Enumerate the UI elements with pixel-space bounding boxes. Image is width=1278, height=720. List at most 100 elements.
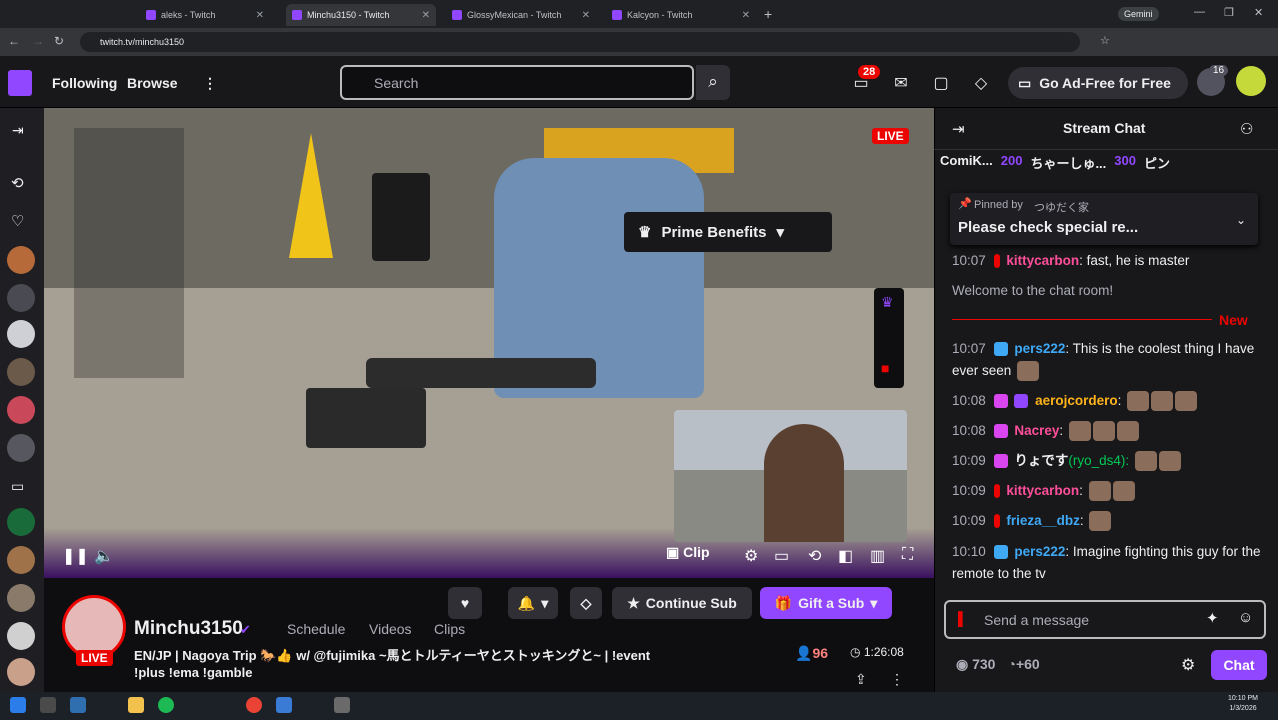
- browse-link[interactable]: Browse: [127, 75, 178, 91]
- bits-cheer-icon[interactable]: ✦: [1206, 609, 1219, 627]
- close-icon[interactable]: ✕: [582, 10, 590, 21]
- forward-icon[interactable]: →: [32, 34, 44, 48]
- channel-avatar[interactable]: [7, 246, 35, 274]
- system-clock[interactable]: 10:10 PM 1/3/2026: [1228, 694, 1258, 714]
- fullscreen-icon[interactable]: ⛶: [902, 546, 913, 564]
- crown-icon[interactable]: ♛: [881, 294, 894, 311]
- twitch-logo-icon[interactable]: [8, 70, 32, 96]
- chrome-icon[interactable]: [246, 697, 262, 713]
- channel-avatar[interactable]: [7, 658, 35, 686]
- close-icon[interactable]: ✕: [422, 10, 430, 21]
- extension-icon[interactable]: ■: [881, 360, 889, 376]
- videos-link[interactable]: Videos: [369, 621, 412, 637]
- streamer-name[interactable]: Minchu3150: [134, 618, 243, 640]
- ad-free-button[interactable]: ▭ Go Ad-Free for Free: [1008, 67, 1188, 99]
- reload-icon[interactable]: ↻: [54, 34, 64, 48]
- message-username[interactable]: aerojcordero: [1035, 393, 1118, 408]
- channel-avatar[interactable]: [7, 284, 35, 312]
- app-icon[interactable]: [276, 697, 292, 713]
- close-icon[interactable]: ✕: [256, 10, 264, 21]
- message-username[interactable]: りょです: [1014, 453, 1068, 468]
- twitch-favicon-icon: [452, 10, 462, 20]
- browser-tab-active[interactable]: Minchu3150 - Twitch ✕: [286, 4, 436, 26]
- mini-player-icon[interactable]: ◧: [838, 546, 853, 566]
- message-username[interactable]: pers222: [1014, 341, 1065, 356]
- gemini-button[interactable]: Gemini: [1118, 7, 1159, 21]
- user-avatar[interactable]: [1236, 66, 1266, 96]
- continue-sub-button[interactable]: ★ Continue Sub: [612, 587, 752, 619]
- search-icon[interactable]: [40, 697, 56, 713]
- search-input[interactable]: Search: [340, 65, 694, 100]
- start-icon[interactable]: [10, 697, 26, 713]
- file-explorer-icon[interactable]: [128, 697, 144, 713]
- spotify-icon[interactable]: [158, 697, 174, 713]
- channel-avatar[interactable]: [7, 508, 35, 536]
- emote-picker-icon[interactable]: ☺: [1238, 609, 1253, 626]
- bits-icon[interactable]: ◇: [971, 73, 991, 93]
- cast-icon[interactable]: ▭: [774, 546, 789, 566]
- bits-button[interactable]: ◇: [570, 587, 602, 619]
- maximize-icon[interactable]: ❐: [1224, 6, 1234, 19]
- channel-points[interactable]: ◉ 730 ◔+60: [956, 656, 1040, 673]
- gift-sub-button[interactable]: 🎁 Gift a Sub ▾: [760, 587, 892, 619]
- notifications-button[interactable]: 🔔 ▾: [508, 587, 558, 619]
- settings-icon[interactable]: [334, 697, 350, 713]
- task-view-icon[interactable]: [70, 697, 86, 713]
- video-icon[interactable]: ▭: [11, 478, 24, 495]
- whispers-icon[interactable]: ✉: [891, 73, 911, 93]
- gifter-name[interactable]: ピン: [1144, 153, 1170, 175]
- follow-heart-button[interactable]: ♥: [448, 587, 482, 619]
- gifter-name[interactable]: ちゃーしゅ...: [1030, 153, 1106, 175]
- more-menu-icon[interactable]: ⋮: [203, 75, 217, 92]
- chat-settings-gear-icon[interactable]: ⚙: [1181, 655, 1195, 675]
- browser-tab[interactable]: GlossyMexican - Twitch ✕: [446, 4, 596, 26]
- chat-bubble-icon[interactable]: ▢: [931, 73, 951, 93]
- channel-avatar[interactable]: [7, 320, 35, 348]
- clips-link[interactable]: Clips: [434, 621, 465, 637]
- close-icon[interactable]: ✕: [742, 10, 750, 21]
- browser-tab[interactable]: aleks - Twitch ✕: [140, 4, 270, 26]
- message-username[interactable]: frieza__dbz: [1006, 513, 1080, 528]
- message-username[interactable]: kittycarbon: [1006, 253, 1079, 268]
- rewind-icon[interactable]: ⟲: [808, 546, 821, 566]
- message-username[interactable]: Nacrey: [1014, 423, 1059, 438]
- close-window-icon[interactable]: ✕: [1254, 6, 1263, 19]
- message-username[interactable]: kittycarbon: [1006, 483, 1079, 498]
- minimize-icon[interactable]: —: [1194, 6, 1205, 18]
- channel-avatar[interactable]: [7, 358, 35, 386]
- pinned-message[interactable]: 📌 Pinned by つゆだく家 Please check special r…: [950, 193, 1258, 245]
- badge-icon[interactable]: ▌: [958, 611, 967, 626]
- clip-button[interactable]: ▣ Clip: [666, 544, 710, 561]
- emote-image: [1116, 421, 1139, 442]
- message-username[interactable]: pers222: [1014, 544, 1065, 559]
- prime-benefits-button[interactable]: ♛ Prime Benefits ▾: [624, 212, 832, 252]
- volume-icon[interactable]: 🔈: [94, 546, 114, 566]
- gifter-amount: 300: [1114, 153, 1136, 168]
- channel-avatar[interactable]: [7, 396, 35, 424]
- search-button[interactable]: ⌕: [696, 65, 730, 100]
- channel-avatar[interactable]: [7, 584, 35, 612]
- followed-heart-icon[interactable]: ♡: [11, 212, 24, 230]
- browser-tab[interactable]: Kalcyon - Twitch ✕: [606, 4, 756, 26]
- collapse-chat-icon[interactable]: ⇥: [952, 120, 965, 138]
- channel-avatar[interactable]: [7, 622, 35, 650]
- chevron-down-icon[interactable]: ⌄: [1236, 213, 1246, 227]
- new-tab-icon[interactable]: +: [764, 6, 772, 22]
- following-link[interactable]: Following: [52, 75, 117, 91]
- theatre-mode-icon[interactable]: ▥: [870, 546, 885, 566]
- channel-avatar[interactable]: [7, 546, 35, 574]
- url-field[interactable]: twitch.tv/minchu3150: [80, 32, 1080, 52]
- expand-sidebar-icon[interactable]: ⇥: [12, 122, 24, 139]
- more-options-icon[interactable]: ⋮: [890, 671, 904, 688]
- schedule-link[interactable]: Schedule: [287, 621, 345, 637]
- back-icon[interactable]: ←: [8, 34, 20, 48]
- gifter-name[interactable]: ComiK...: [940, 153, 993, 175]
- share-icon[interactable]: ⇪: [855, 671, 867, 688]
- chat-send-button[interactable]: Chat: [1211, 650, 1267, 680]
- settings-gear-icon[interactable]: ⚙: [744, 546, 758, 566]
- recommended-icon[interactable]: ⟲: [11, 174, 24, 192]
- channel-avatar[interactable]: [7, 434, 35, 462]
- bookmark-star-icon[interactable]: ☆: [1100, 34, 1110, 47]
- pause-icon[interactable]: ❚❚: [62, 546, 89, 566]
- community-icon[interactable]: ⚇: [1240, 120, 1253, 138]
